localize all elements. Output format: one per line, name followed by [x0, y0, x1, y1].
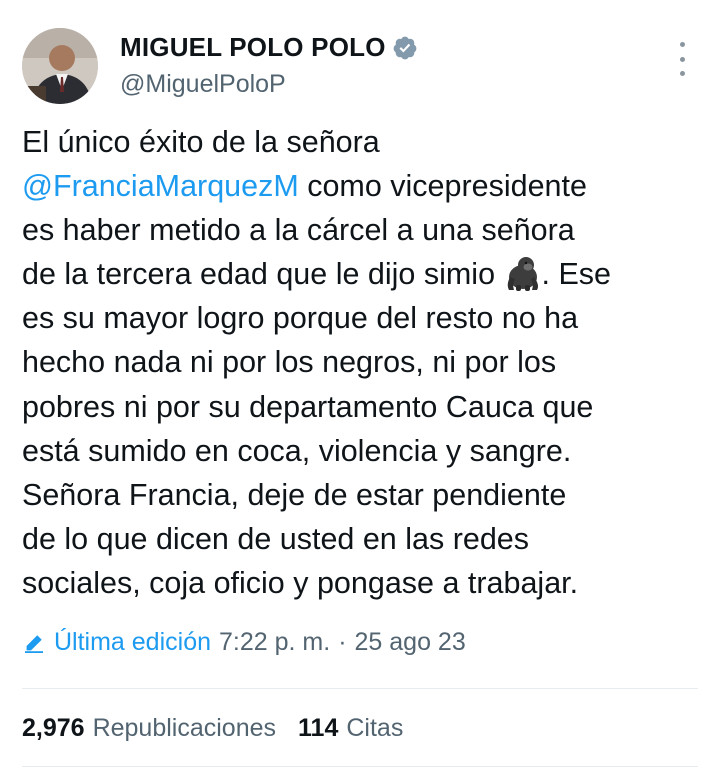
reposts-label[interactable]: Republicaciones: [93, 714, 276, 743]
tweet-line: pobres ni por su departamento Cauca que: [22, 389, 594, 424]
tweet-line: de lo que dicen de usted en las redes: [22, 521, 530, 556]
tweet-date[interactable]: 25 ago 23: [355, 628, 466, 657]
tweet-time[interactable]: 7:22 p. m.: [219, 628, 330, 657]
edited-label[interactable]: Última edición: [54, 628, 211, 657]
meta-separator: ·: [338, 628, 347, 656]
quotes-label[interactable]: Citas: [346, 714, 403, 743]
more-options-icon[interactable]: [672, 42, 692, 76]
tweet-line: de la tercera edad que le dijo simio 🦍 .…: [22, 255, 612, 292]
divider: [22, 688, 698, 689]
tweet-header: MIGUEL POLO POLO @MiguelPoloP: [22, 28, 698, 108]
tweet-line: Señora Francia, deje de estar pendiente: [22, 477, 567, 512]
tweet-line: es su mayor logro porque del resto no ha: [22, 301, 579, 336]
gorilla-emoji-icon: 🦍: [504, 255, 542, 292]
edit-pencil-icon: [25, 634, 43, 653]
tweet-text: El único éxito de la señora @FranciaMarq…: [22, 120, 702, 605]
edit-history-row[interactable]: Última edición 7:22 p. m. · 25 ago 23: [22, 628, 466, 657]
reposts-count[interactable]: 2,976: [22, 714, 85, 743]
engagement-stats: 2,976 Republicaciones 114 Citas: [22, 714, 425, 743]
divider: [22, 766, 698, 767]
tweet-line: está sumido en coca, violencia y sangre.: [22, 433, 572, 468]
avatar[interactable]: [22, 28, 98, 104]
tweet-line: es haber metido a la cárcel a una señora: [22, 213, 575, 248]
quotes-count[interactable]: 114: [298, 714, 338, 743]
tweet-line: sociales, coja oficio y pongase a trabaj…: [22, 565, 579, 600]
mention-link[interactable]: @FranciaMarquezM: [22, 169, 299, 203]
verified-badge-icon: [393, 36, 416, 59]
tweet-line: @FranciaMarquezM como vicepresidente: [22, 169, 587, 204]
author-handle[interactable]: @MiguelPoloP: [120, 70, 286, 99]
author-display-name[interactable]: MIGUEL POLO POLO: [120, 32, 386, 63]
tweet-line: hecho nada ni por los negros, ni por los: [22, 345, 557, 380]
tweet-line: El único éxito de la señora: [22, 125, 380, 159]
